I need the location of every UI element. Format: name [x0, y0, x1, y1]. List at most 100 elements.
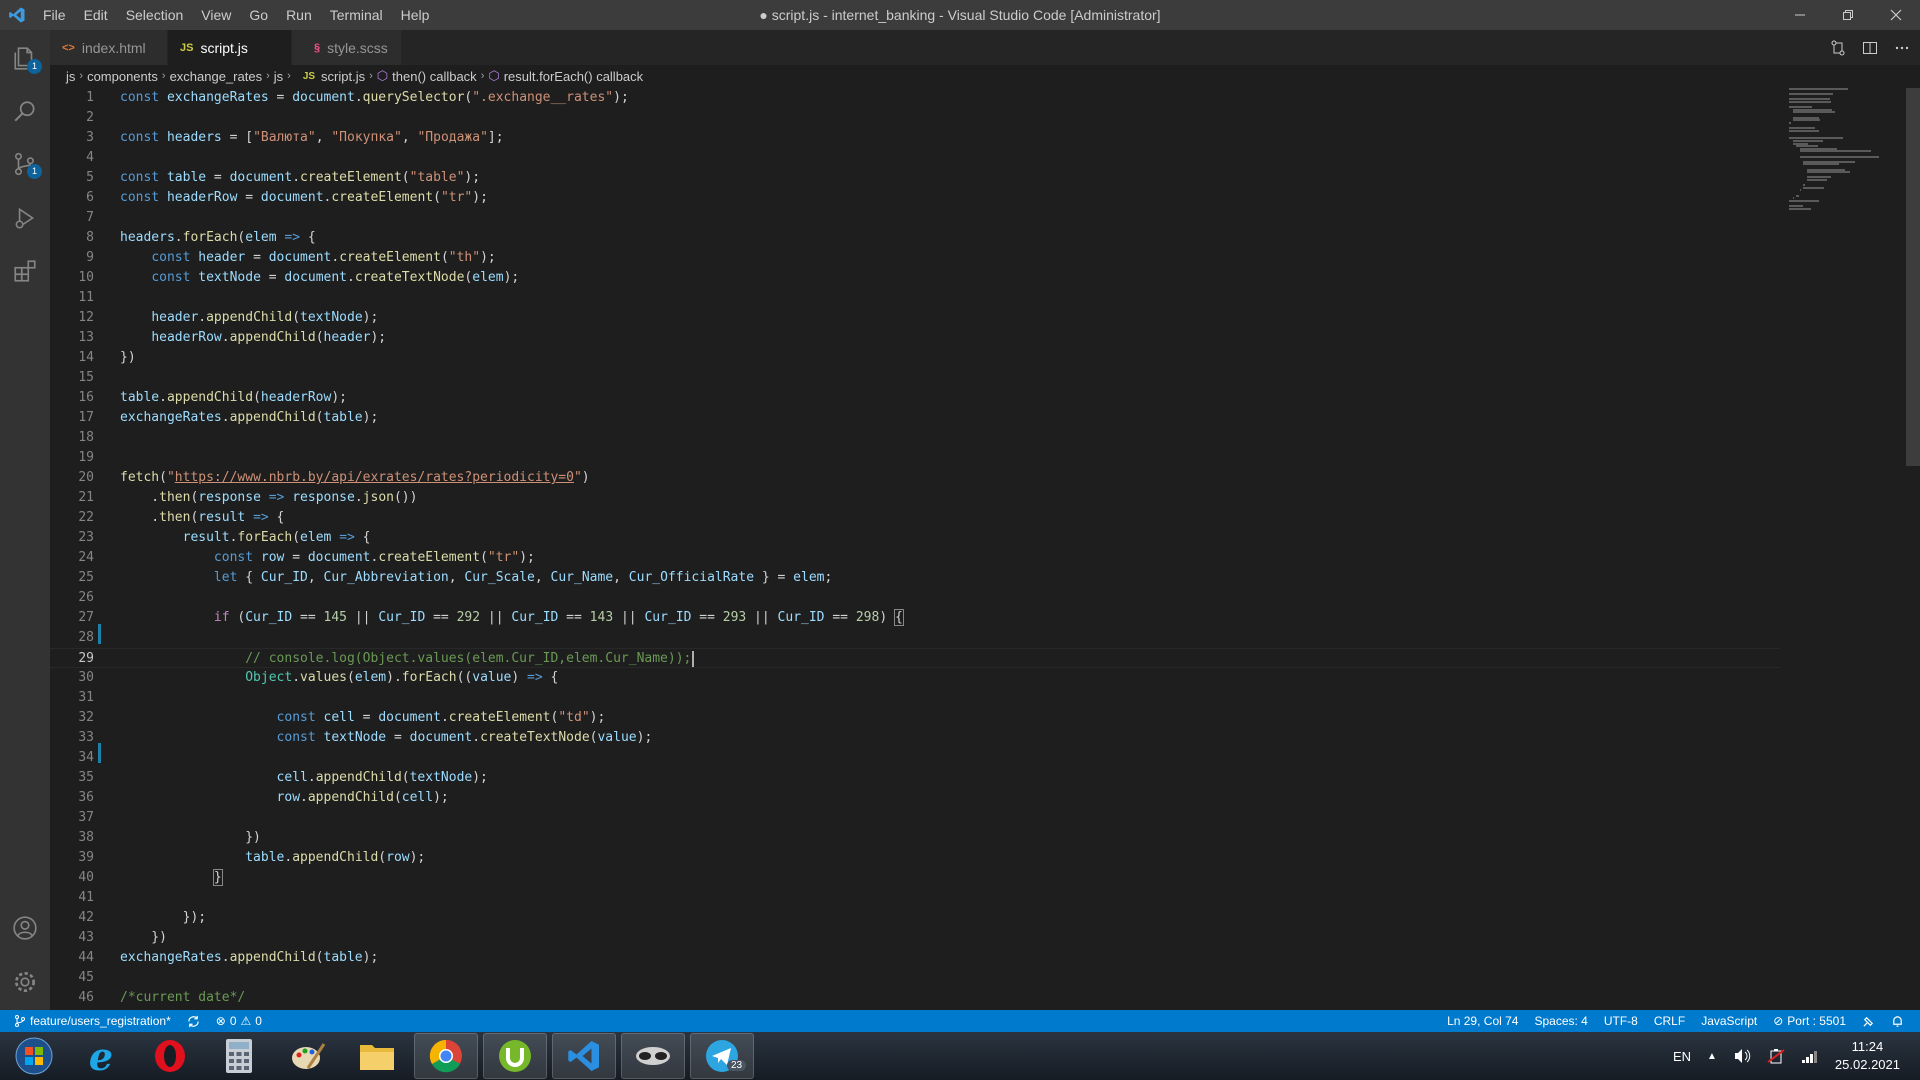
extensions-button[interactable]	[0, 247, 50, 295]
tab-script-js[interactable]: JS script.js	[168, 30, 292, 65]
tab-index-html[interactable]: <> index.html	[50, 30, 168, 65]
branch-indicator[interactable]: feature/users_registration*	[0, 1010, 179, 1032]
encoding[interactable]: UTF-8	[1596, 1010, 1646, 1032]
code-line[interactable]: 9 const header = document.createElement(…	[50, 248, 1780, 268]
feedback-button[interactable]	[1854, 1010, 1883, 1032]
open-changes-icon[interactable]	[1830, 40, 1846, 56]
code-line[interactable]: 15	[50, 368, 1780, 388]
language-mode[interactable]: JavaScript	[1693, 1010, 1765, 1032]
code-line[interactable]: 13 headerRow.appendChild(header);	[50, 328, 1780, 348]
code-line[interactable]: 8 headers.forEach(elem => {	[50, 228, 1780, 248]
clock[interactable]: 11:24 25.02.2021	[1835, 1038, 1900, 1074]
code-line[interactable]: 5 const table = document.createElement("t…	[50, 168, 1780, 188]
code-line[interactable]: 44 exchangeRates.appendChild(table);	[50, 948, 1780, 968]
menu-help[interactable]: Help	[392, 0, 439, 30]
notifications-button[interactable]	[1883, 1010, 1912, 1032]
code-line[interactable]: 19	[50, 448, 1780, 468]
cursor-position[interactable]: Ln 29, Col 74	[1439, 1010, 1526, 1032]
taskbar-internet-explorer[interactable]: e	[69, 1033, 133, 1079]
tab-style-scss[interactable]: § style.scss	[292, 30, 402, 65]
taskbar-utorrent[interactable]	[483, 1033, 547, 1079]
problems-indicator[interactable]: ⊗ 0 ⚠ 0	[208, 1010, 270, 1032]
breadcrumb-item[interactable]: exchange_rates	[170, 69, 263, 84]
end-of-line[interactable]: CRLF	[1646, 1010, 1693, 1032]
live-server-port[interactable]: ⊘ Port : 5501	[1765, 1010, 1854, 1032]
code-line[interactable]: 22 .then(result => {	[50, 508, 1780, 528]
breadcrumb-item[interactable]: components	[87, 69, 158, 84]
minimize-button[interactable]	[1776, 0, 1824, 30]
code-line[interactable]: 24 const row = document.createElement("t…	[50, 548, 1780, 568]
code-line[interactable]: 6 const headerRow = document.createElemen…	[50, 188, 1780, 208]
code-line[interactable]: 38 })	[50, 828, 1780, 848]
minimap[interactable]	[1789, 88, 1909, 228]
menu-go[interactable]: Go	[240, 0, 277, 30]
code-line[interactable]: 33 const textNode = document.createTextN…	[50, 728, 1780, 748]
close-button[interactable]	[1872, 0, 1920, 30]
code-line[interactable]: 16 table.appendChild(headerRow);	[50, 388, 1780, 408]
menu-run[interactable]: Run	[277, 0, 321, 30]
code-line[interactable]: 28	[50, 628, 1780, 648]
taskbar-telegram[interactable]: 23	[690, 1033, 754, 1079]
taskbar-mask-app[interactable]	[621, 1033, 685, 1079]
code-line[interactable]: 12 header.appendChild(textNode);	[50, 308, 1780, 328]
code-line[interactable]: 23 result.forEach(elem => {	[50, 528, 1780, 548]
code-line[interactable]: 26	[50, 588, 1780, 608]
code-line[interactable]: 17 exchangeRates.appendChild(table);	[50, 408, 1780, 428]
breadcrumb-item[interactable]: script.js	[321, 69, 365, 84]
code-line[interactable]: 1 const exchangeRates = document.querySel…	[50, 88, 1780, 108]
code-line[interactable]: 34	[50, 748, 1780, 768]
source-control-button[interactable]: 1	[0, 140, 50, 188]
taskbar-file-explorer[interactable]	[345, 1033, 409, 1079]
code-line[interactable]: 7	[50, 208, 1780, 228]
search-button[interactable]	[0, 88, 50, 136]
code-line[interactable]: 32 const cell = document.createElement("…	[50, 708, 1780, 728]
battery-icon[interactable]	[1767, 1048, 1785, 1064]
code-line[interactable]: 31	[50, 688, 1780, 708]
code-line[interactable]: 46 /*current date*/	[50, 988, 1780, 1008]
code-line[interactable]: 21 .then(response => response.json())	[50, 488, 1780, 508]
sync-button[interactable]	[179, 1010, 208, 1032]
menu-terminal[interactable]: Terminal	[321, 0, 392, 30]
breadcrumb-item[interactable]: js	[274, 69, 283, 84]
code-line[interactable]: 36 row.appendChild(cell);	[50, 788, 1780, 808]
code-line[interactable]: 4	[50, 148, 1780, 168]
accounts-button[interactable]	[0, 904, 50, 952]
code-line[interactable]: 41	[50, 888, 1780, 908]
menu-file[interactable]: File	[34, 0, 75, 30]
restore-button[interactable]	[1824, 0, 1872, 30]
menu-selection[interactable]: Selection	[117, 0, 193, 30]
indentation[interactable]: Spaces: 4	[1526, 1010, 1595, 1032]
taskbar-opera[interactable]	[138, 1033, 202, 1079]
breadcrumb-item[interactable]: then() callback	[392, 69, 477, 84]
code-editor[interactable]: 1 const exchangeRates = document.querySel…	[50, 88, 1920, 1010]
code-line[interactable]: 11	[50, 288, 1780, 308]
code-line[interactable]: 37	[50, 808, 1780, 828]
code-line[interactable]: 14})	[50, 348, 1780, 368]
code-line[interactable]: 27 if (Cur_ID == 145 || Cur_ID == 292 ||…	[50, 608, 1780, 628]
taskbar-chrome[interactable]	[414, 1033, 478, 1079]
more-actions-icon[interactable]	[1894, 40, 1910, 56]
taskbar-paint[interactable]	[276, 1033, 340, 1079]
code-line[interactable]: 42 });	[50, 908, 1780, 928]
breadcrumb-item[interactable]: js	[66, 69, 75, 84]
volume-icon[interactable]	[1733, 1048, 1751, 1064]
breadcrumb-item[interactable]: result.forEach() callback	[504, 69, 643, 84]
code-line[interactable]: 29 // console.log(Object.values(elem.Cur…	[50, 648, 1780, 668]
network-signal-icon[interactable]	[1801, 1048, 1819, 1064]
menu-edit[interactable]: Edit	[75, 0, 117, 30]
code-line[interactable]: 30 Object.values(elem).forEach((value) =…	[50, 668, 1780, 688]
code-line[interactable]: 2	[50, 108, 1780, 128]
code-line[interactable]: 20 fetch("https://www.nbrb.by/api/exrates…	[50, 468, 1780, 488]
code-line[interactable]: 40 }	[50, 868, 1780, 888]
explorer-button[interactable]: 1	[0, 35, 50, 83]
code-line[interactable]: 10 const textNode = document.createTextN…	[50, 268, 1780, 288]
vertical-scrollbar[interactable]	[1906, 88, 1920, 466]
show-hidden-icons-icon[interactable]: ▲	[1707, 1051, 1717, 1062]
code-line[interactable]: 25 let { Cur_ID, Cur_Abbreviation, Cur_S…	[50, 568, 1780, 588]
code-line[interactable]: 43 })	[50, 928, 1780, 948]
manage-button[interactable]	[0, 958, 50, 1006]
taskbar-calculator[interactable]	[207, 1033, 271, 1079]
run-debug-button[interactable]	[0, 194, 50, 242]
taskbar-vscode[interactable]	[552, 1033, 616, 1079]
split-editor-icon[interactable]	[1862, 40, 1878, 56]
